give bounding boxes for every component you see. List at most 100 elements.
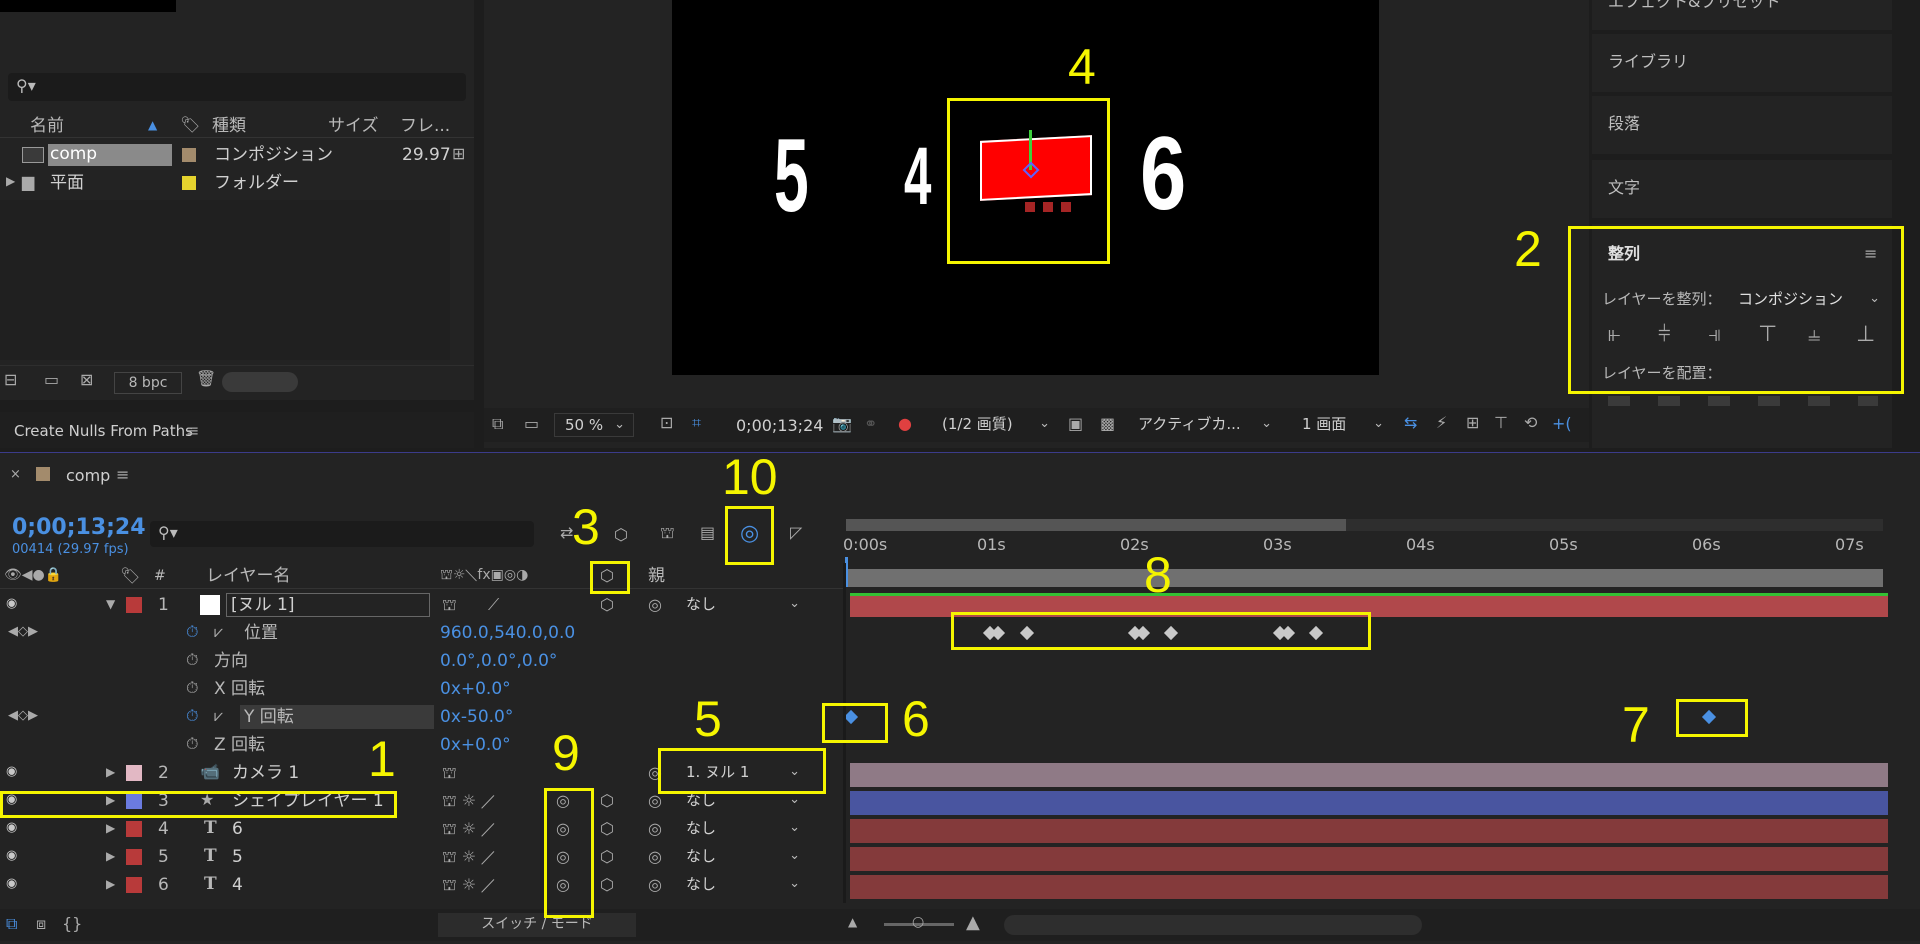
3d-layer-icon[interactable]: ⬡ bbox=[600, 849, 614, 865]
project-item-comp[interactable]: comp コンポジション 29.97 ⊞ bbox=[0, 142, 474, 168]
timeline-scrollbar[interactable] bbox=[1004, 915, 1422, 935]
expand-arrow-icon[interactable]: ▶ bbox=[106, 822, 115, 834]
property-value[interactable]: 960.0,540.0,0.0 bbox=[440, 625, 575, 642]
expand-arrow-icon[interactable]: ▼ bbox=[106, 598, 115, 610]
pickwhip-icon[interactable]: ◎ bbox=[648, 877, 662, 893]
layer-row-text-5[interactable]: ◉ ▶ 5 T 5 ⛫ ☼ ⟋ ◎ ⬡ ◎ なし ⌄ bbox=[0, 843, 843, 871]
zoom-out-icon[interactable]: ▲ bbox=[848, 916, 857, 928]
align-vertical-center-icon[interactable]: ⫨ bbox=[1808, 324, 1820, 346]
layer-row-null[interactable]: ◉ ▼ 1 [ヌル 1] ⛫ ⟋ ⬡ ◎ なし ⌄ bbox=[0, 591, 843, 619]
property-orientation[interactable]: ⏱ 方向 0.0°,0.0°,0.0° bbox=[0, 647, 843, 675]
interpret-footage-icon[interactable]: ⊟ bbox=[4, 372, 17, 388]
keyframe-nav-icons[interactable]: ◀◇▶ bbox=[8, 625, 38, 638]
parent-dropdown[interactable]: なし ⌄ bbox=[676, 789, 808, 813]
panel-libraries[interactable]: ライブラリ bbox=[1592, 34, 1892, 92]
timeline-link-icon[interactable]: ⊞ bbox=[1466, 415, 1479, 431]
resolution-dropdown[interactable]: (1/2 画質) ⌄ bbox=[932, 413, 1058, 437]
graph-icon[interactable]: ⩗ bbox=[214, 708, 223, 724]
keyframe-nav-icons[interactable]: ◀◇▶ bbox=[8, 709, 38, 722]
mask-visibility-icon[interactable]: ⌗ bbox=[692, 415, 701, 431]
layer-name[interactable]: カメラ 1 bbox=[232, 765, 299, 782]
layer-name[interactable]: 4 bbox=[232, 877, 243, 894]
parent-dropdown[interactable]: 1. ヌル 1 ⌄ bbox=[676, 761, 808, 785]
column-frame-rate[interactable]: フレ... bbox=[400, 118, 450, 135]
switch-icons[interactable]: ⛫ ☼ ⟋ bbox=[442, 877, 495, 893]
project-search-input[interactable]: ⚲▾ bbox=[8, 73, 466, 101]
property-value[interactable]: 0.0°,0.0°,0.0° bbox=[440, 653, 557, 670]
viewer-timecode[interactable]: 0;00;13;24 bbox=[736, 418, 823, 434]
viewer-canvas[interactable]: 5 4 6 bbox=[672, 0, 1379, 375]
time-ruler[interactable]: 0:00s 01s 02s 03s 04s 05s 06s 07s bbox=[843, 517, 1920, 589]
align-horizontal-center-icon[interactable]: ⫩ bbox=[1658, 324, 1671, 346]
motion-blur-switch-icon[interactable]: ◎ bbox=[556, 793, 570, 809]
motion-blur-switch-icon[interactable]: ◎ bbox=[556, 877, 570, 893]
layer-switches-toggle-icon[interactable]: ⧉ bbox=[6, 916, 17, 932]
visibility-eye-icon[interactable]: ◉ bbox=[6, 877, 22, 891]
parent-dropdown[interactable]: なし ⌄ bbox=[676, 873, 808, 897]
distribute-icons[interactable] bbox=[1608, 396, 1878, 406]
pickwhip-icon[interactable]: ◎ bbox=[648, 793, 662, 809]
align-left-icon[interactable]: ⫦ bbox=[1608, 324, 1620, 346]
visibility-eye-icon[interactable]: ◉ bbox=[6, 849, 22, 863]
position-keyframe[interactable] bbox=[1308, 625, 1324, 641]
property-value[interactable]: 0x-50.0° bbox=[440, 709, 513, 726]
expand-arrow-icon[interactable]: ▶ bbox=[6, 175, 15, 187]
column-size[interactable]: サイズ bbox=[328, 118, 379, 135]
monitor-icon[interactable]: ▭ bbox=[524, 416, 539, 432]
property-value[interactable]: 0x+0.0° bbox=[440, 681, 511, 698]
pickwhip-icon[interactable]: ◎ bbox=[648, 597, 662, 613]
current-timecode[interactable]: 0;00;13;24 bbox=[12, 517, 146, 539]
parent-dropdown[interactable]: なし ⌄ bbox=[676, 817, 808, 841]
switch-icons[interactable]: ⛫ ☼ ⟋ bbox=[442, 849, 495, 865]
stopwatch-icon[interactable]: ⏱ bbox=[186, 624, 198, 640]
switches-modes-toggle[interactable]: スイッチ / モード bbox=[438, 913, 636, 937]
draft-3d-icon[interactable]: ⬡ bbox=[614, 527, 628, 543]
expand-arrow-icon[interactable]: ▶ bbox=[106, 794, 115, 806]
switch-icons[interactable]: ⛫ ☼ ⟋ bbox=[442, 821, 495, 837]
motion-blur-switch-icon[interactable]: ◎ bbox=[556, 849, 570, 865]
always-preview-icon[interactable]: ⧉ bbox=[492, 416, 503, 432]
y-rotation-keyframe[interactable] bbox=[1701, 709, 1717, 725]
layer-bar-text-5[interactable] bbox=[850, 847, 1888, 871]
motion-blur-icon[interactable]: ◎ bbox=[740, 523, 759, 545]
zoom-dropdown[interactable]: 50 % ⌄ bbox=[554, 413, 634, 437]
parent-dropdown[interactable]: なし ⌄ bbox=[676, 845, 808, 869]
graph-icon[interactable]: ⩗ bbox=[214, 624, 223, 640]
layer-bar-null[interactable] bbox=[850, 593, 1888, 617]
quality-switch-icon[interactable]: ⟋ bbox=[488, 597, 499, 613]
reset-exposure-icon[interactable]: ⟲ bbox=[1524, 415, 1537, 431]
trash-icon[interactable]: 🗑 bbox=[196, 371, 216, 387]
timeline-divider[interactable] bbox=[843, 563, 846, 903]
panel-effects-presets[interactable]: エフェクト&プリセット bbox=[1592, 0, 1892, 30]
layer-search-input[interactable]: ⚲▾ bbox=[150, 521, 534, 547]
expand-arrow-icon[interactable]: ▶ bbox=[106, 766, 115, 778]
motion-blur-switch-icon[interactable]: ◎ bbox=[556, 821, 570, 837]
zoom-slider-handle[interactable]: ○ bbox=[912, 915, 924, 929]
label-color[interactable] bbox=[126, 597, 142, 613]
zoom-in-icon[interactable]: ▲ bbox=[966, 914, 980, 932]
align-right-icon[interactable]: ⫣ bbox=[1708, 324, 1721, 346]
script-panel-tab[interactable]: Create Nulls From Paths ≡ bbox=[0, 412, 474, 448]
panel-menu-icon[interactable]: ≡ bbox=[186, 423, 199, 439]
panel-menu-icon[interactable]: ≡ bbox=[116, 467, 129, 483]
3d-layer-icon[interactable]: ⬡ bbox=[600, 877, 614, 893]
panel-menu-icon[interactable]: ≡ bbox=[1864, 246, 1877, 262]
thumbnail-slider[interactable] bbox=[222, 372, 298, 392]
work-area-range[interactable] bbox=[846, 519, 1346, 531]
layer-row-text-4[interactable]: ◉ ▶ 6 T 4 ⛫ ☼ ⟋ ◎ ⬡ ◎ なし ⌄ bbox=[0, 871, 843, 899]
new-folder-icon[interactable]: ▭ bbox=[44, 372, 59, 388]
transparency-grid-icon[interactable]: ▩ bbox=[1100, 416, 1115, 432]
bpc-button[interactable]: 8 bpc bbox=[114, 372, 182, 394]
shy-switch-icon[interactable]: ⛫ bbox=[442, 765, 457, 781]
fast-preview-icon[interactable]: ▣ bbox=[1068, 416, 1083, 432]
expand-arrow-icon[interactable]: ▶ bbox=[106, 850, 115, 862]
close-icon[interactable]: × bbox=[10, 468, 21, 481]
views-layout-dropdown[interactable]: 1 画面 ⌄ bbox=[1292, 413, 1392, 437]
layer-bar-text-4[interactable] bbox=[850, 875, 1888, 899]
parent-dropdown[interactable]: なし ⌄ bbox=[676, 593, 808, 617]
layer-name[interactable]: 5 bbox=[232, 849, 243, 866]
flowchart-icon[interactable]: ⊞ bbox=[452, 146, 465, 162]
layer-bar-text-6[interactable] bbox=[850, 819, 1888, 843]
snapshot-camera-icon[interactable]: 📷 bbox=[832, 416, 852, 432]
property-position[interactable]: ◀◇▶ ⏱ ⩗ 位置 960.0,540.0,0.0 bbox=[0, 619, 843, 647]
